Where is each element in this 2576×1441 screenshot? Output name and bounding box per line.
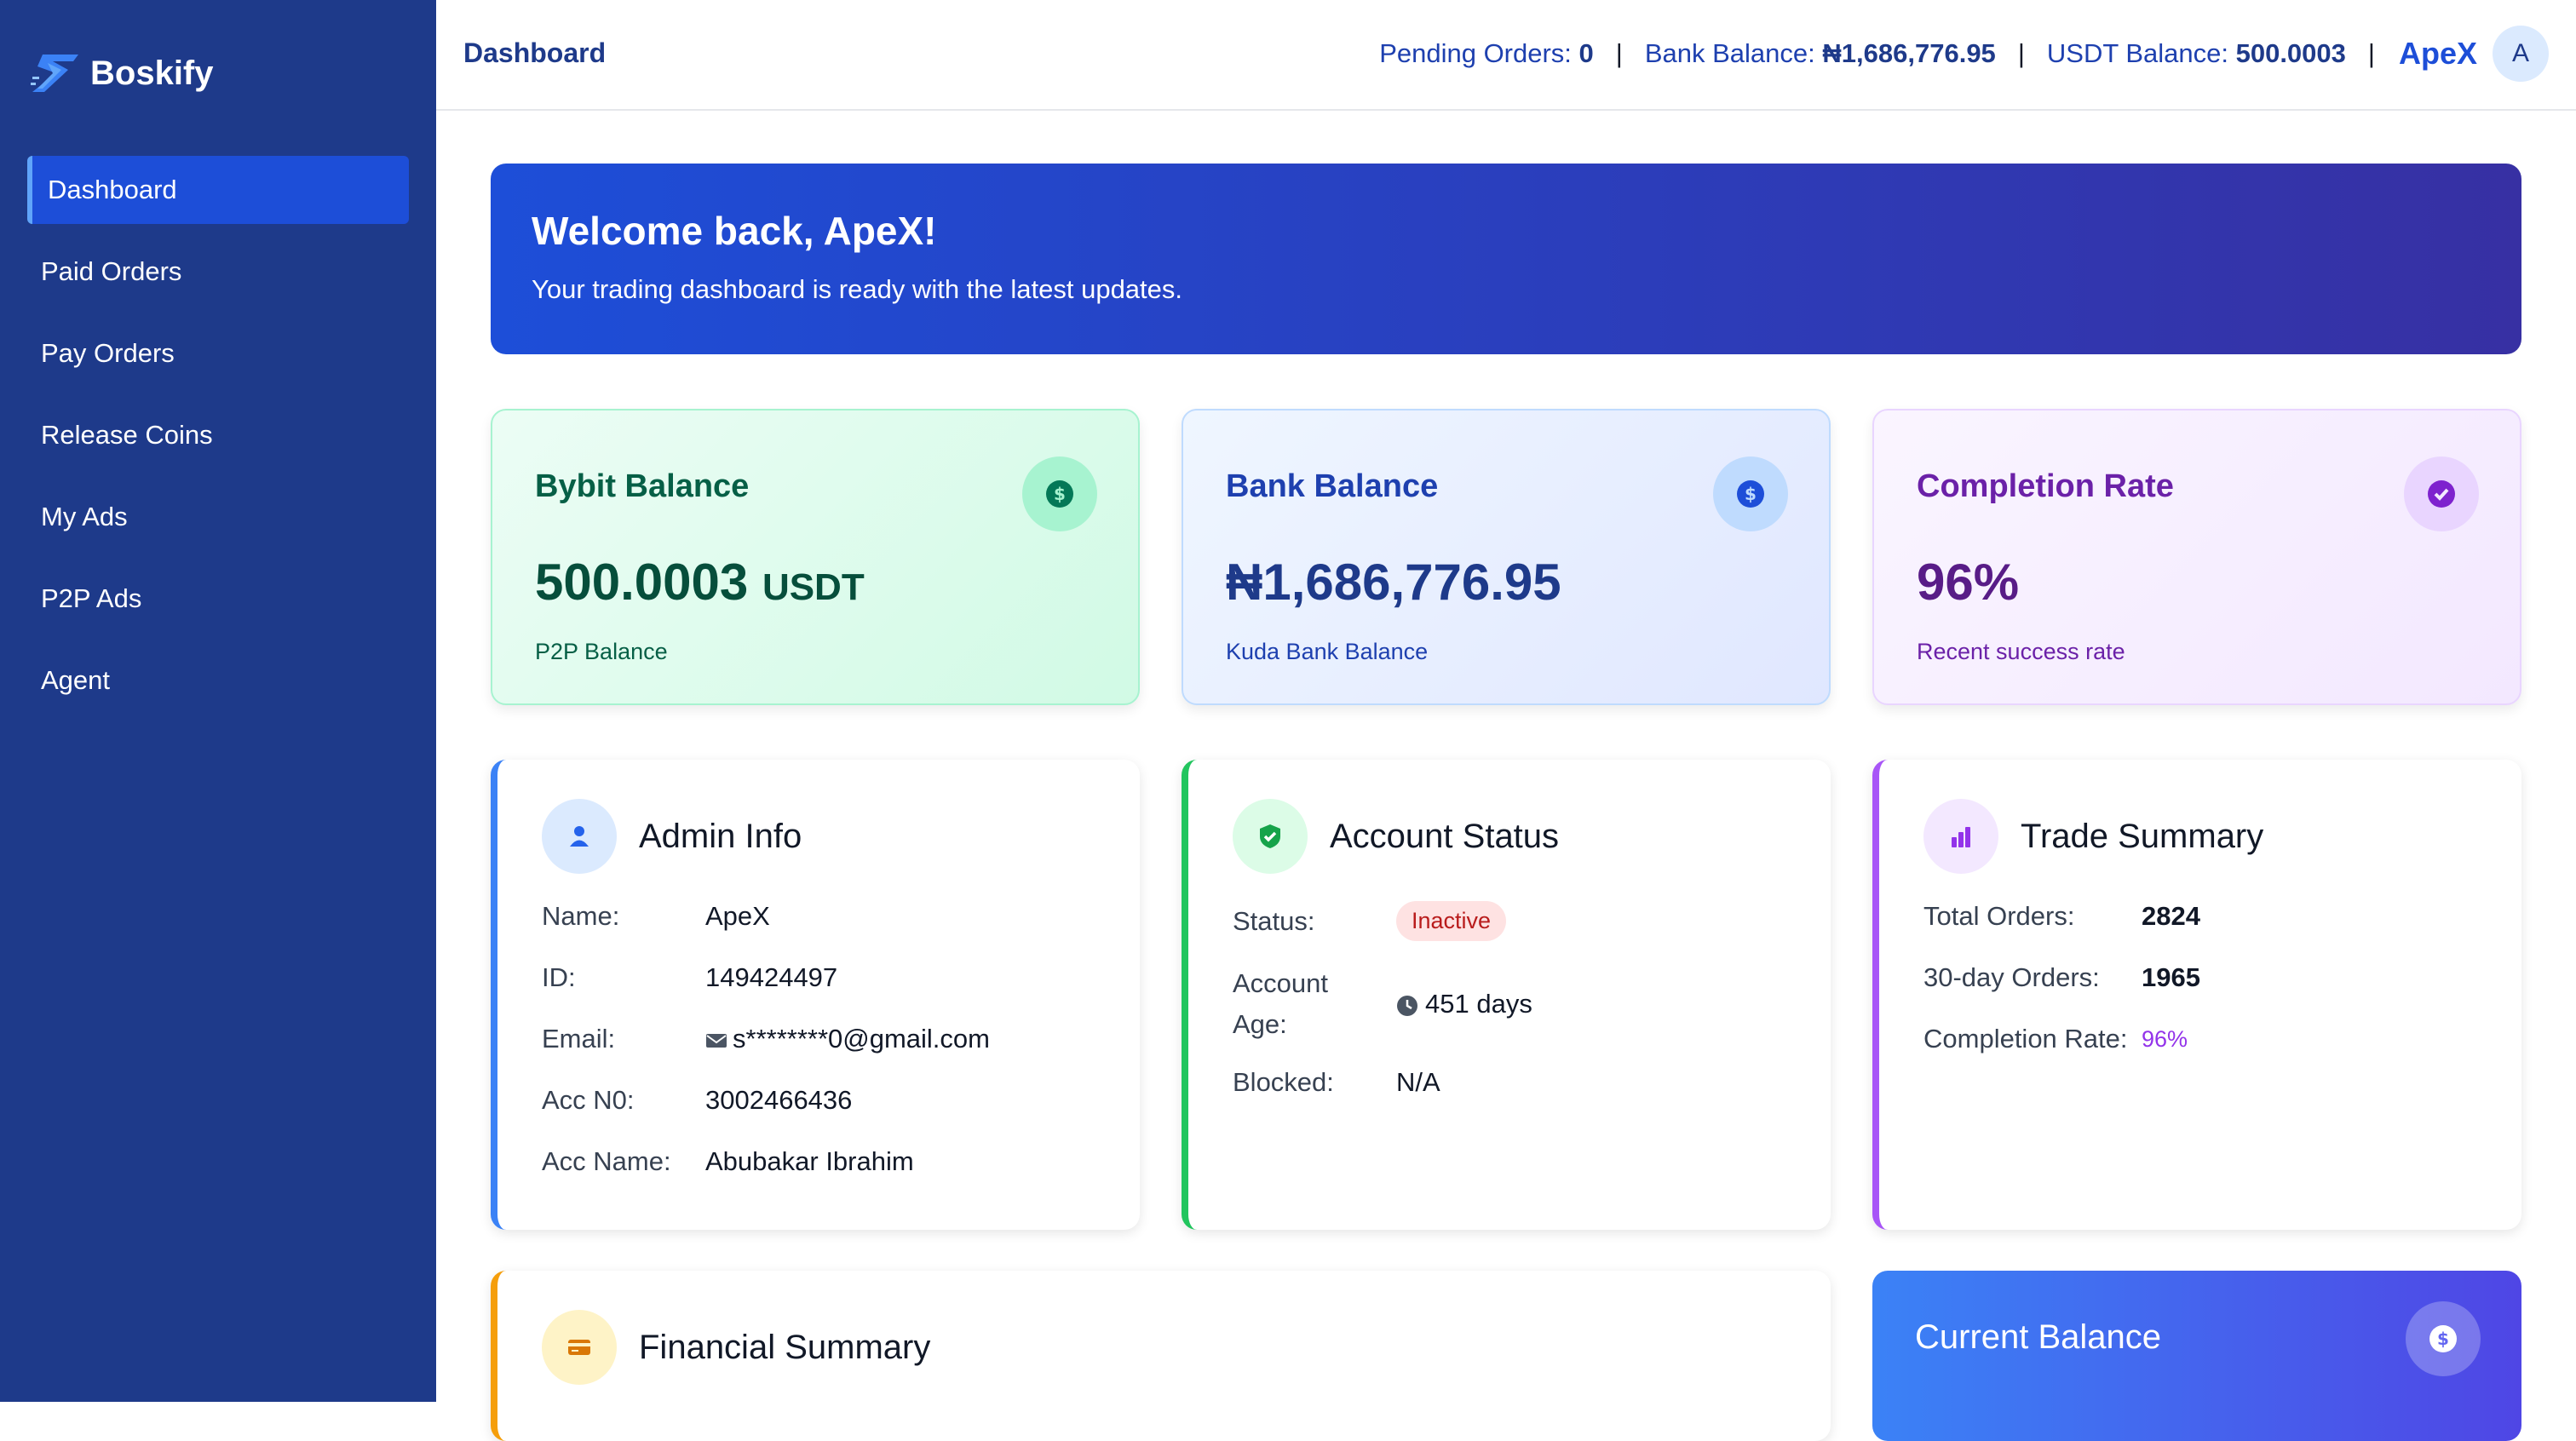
- brand-logo[interactable]: Boskify: [31, 51, 214, 95]
- bank-balance-sub: Kuda Bank Balance: [1226, 639, 1429, 664]
- sidebar-item-release-coins[interactable]: Release Coins: [27, 401, 409, 469]
- header-usdt-label: USDT Balance:: [2046, 38, 2228, 68]
- trade-completion-value: 96%: [2142, 1025, 2188, 1052]
- dollar-icon: $: [1713, 456, 1788, 531]
- completion-rate-sub: Recent success rate: [1917, 639, 2125, 664]
- trade-summary-card: Trade Summary Total Orders: 2824 30-day O…: [1872, 760, 2521, 1230]
- admin-id-label: ID:: [542, 962, 576, 992]
- header-username[interactable]: ApeX: [2399, 36, 2477, 72]
- bank-balance-value: ₦1,686,776.95: [1226, 554, 1561, 611]
- current-balance-card: Current Balance $: [1872, 1271, 2521, 1441]
- admin-acc-no-label: Acc N0:: [542, 1085, 635, 1115]
- completion-rate-card: Completion Rate 96% Recent success rate: [1872, 409, 2521, 705]
- header-separator: |: [1615, 38, 1623, 68]
- sidebar-item-dashboard[interactable]: Dashboard: [27, 156, 409, 224]
- blocked-label: Blocked:: [1233, 1067, 1334, 1097]
- status-badge: Inactive: [1396, 901, 1507, 941]
- completion-rate-value: 96%: [1917, 554, 2020, 611]
- clock-icon: [1397, 995, 1417, 1016]
- brand-name: Boskify: [90, 54, 214, 92]
- sidebar: Boskify Dashboard Paid Orders Pay Orders…: [0, 0, 436, 1402]
- header-separator: |: [2367, 38, 2375, 68]
- header-bank-label: Bank Balance:: [1644, 38, 1815, 68]
- boskify-logo-icon: [31, 55, 78, 92]
- svg-text:$: $: [1745, 484, 1757, 504]
- bybit-balance-sub: P2P Balance: [535, 639, 668, 664]
- admin-info-card: Admin Info Name: ApeX ID: 149424497 Email:…: [491, 760, 1140, 1230]
- trade-summary-title: Trade Summary: [2021, 817, 2264, 855]
- admin-name-value: ApeX: [705, 901, 770, 931]
- page-title: Dashboard: [463, 37, 607, 68]
- pending-orders-label: Pending Orders:: [1379, 38, 1572, 68]
- thirty-day-orders-label: 30-day Orders:: [1923, 962, 2100, 992]
- admin-name-label: Name:: [542, 901, 620, 931]
- credit-card-icon: [542, 1310, 617, 1385]
- total-orders-value: 2824: [2142, 901, 2200, 931]
- welcome-banner: Welcome back, ApeX! Your trading dashboa…: [491, 164, 2521, 354]
- completion-rate-label: Completion Rate: [1917, 468, 2174, 504]
- svg-text:$: $: [2437, 1329, 2449, 1349]
- welcome-title: Welcome back, ApeX!: [532, 209, 937, 253]
- dollar-icon: $: [1022, 456, 1097, 531]
- user-icon: [542, 799, 617, 874]
- svg-text:$: $: [1054, 484, 1066, 504]
- avatar[interactable]: A: [2493, 26, 2549, 82]
- bybit-balance-value: 500.0003 USDT: [535, 554, 865, 611]
- header-separator: |: [2017, 38, 2025, 68]
- bybit-balance-label: Bybit Balance: [535, 468, 750, 504]
- bybit-balance-unit: USDT: [762, 566, 865, 608]
- account-status-card: Account Status Status: Inactive Account Ag…: [1182, 760, 1831, 1230]
- financial-summary-title: Financial Summary: [639, 1328, 931, 1366]
- account-status-title: Account Status: [1330, 817, 1560, 855]
- welcome-subtitle: Your trading dashboard is ready with the…: [532, 274, 1183, 304]
- check-circle-icon: [2404, 456, 2479, 531]
- header-usdt-value: 500.0003: [2235, 38, 2346, 68]
- current-balance-title: Current Balance: [1915, 1318, 2162, 1356]
- financial-summary-card: Financial Summary: [491, 1271, 1831, 1441]
- account-age-value: 451 days: [1396, 989, 1532, 1019]
- sidebar-item-paid-orders[interactable]: Paid Orders: [27, 238, 409, 306]
- dollar-icon: $: [2406, 1301, 2481, 1376]
- account-age-label: Account Age:: [1233, 968, 1329, 1039]
- trade-completion-label: Completion Rate:: [1923, 1024, 2128, 1053]
- admin-email-label: Email:: [542, 1024, 616, 1053]
- bybit-balance-card: Bybit Balance 500.0003 USDT P2P Balance …: [491, 409, 1140, 705]
- sidebar-item-pay-orders[interactable]: Pay Orders: [27, 319, 409, 388]
- total-orders-label: Total Orders:: [1923, 901, 2075, 931]
- admin-acc-no-value: 3002466436: [705, 1085, 853, 1115]
- thirty-day-orders-value: 1965: [2142, 962, 2200, 992]
- sidebar-item-my-ads[interactable]: My Ads: [27, 483, 409, 551]
- sidebar-item-agent[interactable]: Agent: [27, 646, 409, 715]
- header-bank-value: ₦1,686,776.95: [1822, 38, 1996, 68]
- top-bar: Dashboard Pending Orders: 0 | Bank Balan…: [436, 0, 2576, 111]
- mail-icon: [706, 1033, 727, 1048]
- admin-acc-name-value: Abubakar Ibrahim: [705, 1146, 914, 1176]
- admin-email-value: s********0@gmail.com: [705, 1024, 990, 1054]
- sidebar-nav: Dashboard Paid Orders Pay Orders Release…: [27, 156, 409, 728]
- admin-info-title: Admin Info: [639, 817, 802, 855]
- bank-balance-label: Bank Balance: [1226, 468, 1439, 504]
- bank-balance-card: Bank Balance ₦1,686,776.95 Kuda Bank Bal…: [1182, 409, 1831, 705]
- pending-orders-value: 0: [1578, 38, 1594, 68]
- status-label: Status:: [1233, 905, 1315, 936]
- bar-chart-icon: [1923, 799, 1998, 874]
- admin-acc-name-label: Acc Name:: [542, 1146, 671, 1176]
- admin-id-value: 149424497: [705, 962, 838, 992]
- blocked-value: N/A: [1396, 1067, 1440, 1097]
- header-summary: Pending Orders: 0 | Bank Balance: ₦1,686…: [1379, 26, 2549, 82]
- shield-check-icon: [1233, 799, 1308, 874]
- sidebar-item-p2p-ads[interactable]: P2P Ads: [27, 565, 409, 633]
